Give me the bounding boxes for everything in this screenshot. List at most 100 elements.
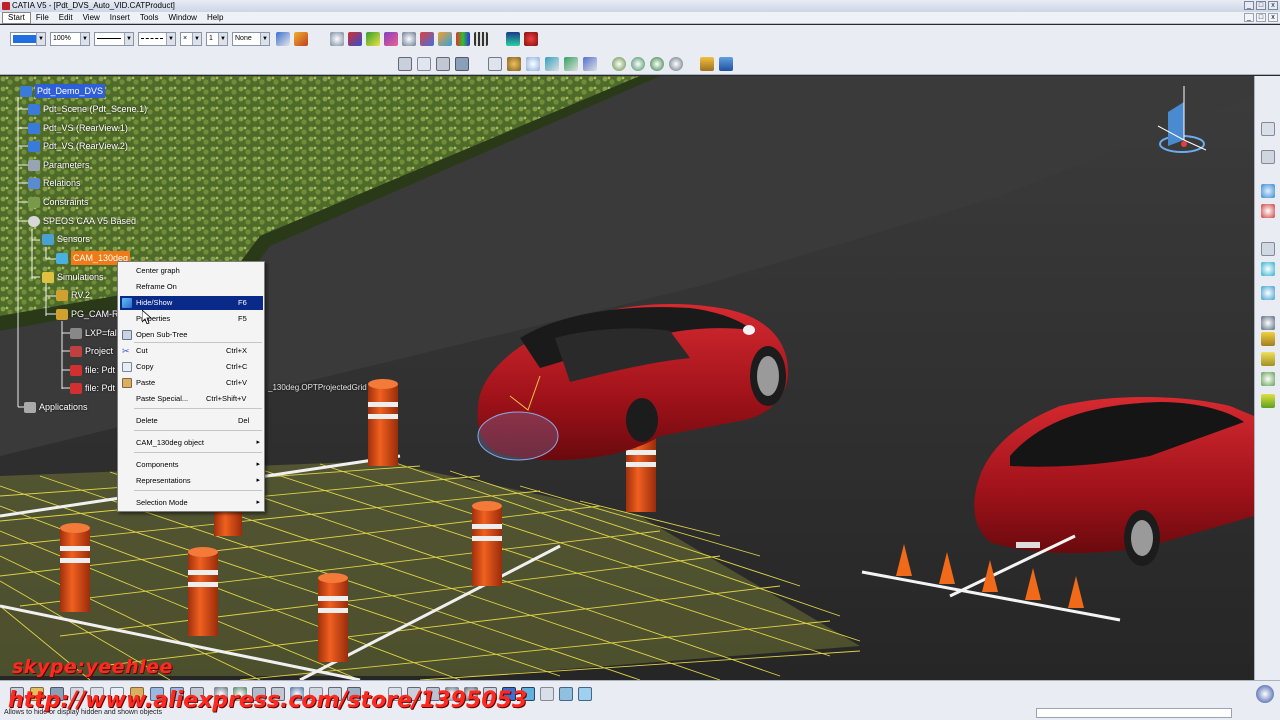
menu-item-paste-special[interactable]: Paste Special... Ctrl+Shift+V	[120, 392, 263, 406]
material-icon[interactable]	[348, 32, 362, 46]
spectrum-icon[interactable]	[456, 32, 470, 46]
lens-icon[interactable]	[1261, 316, 1275, 330]
tree-node-rv2[interactable]: RV.2	[56, 288, 90, 302]
irradiance-icon[interactable]	[402, 32, 416, 46]
capture-icon[interactable]	[578, 687, 592, 701]
linetype-combo[interactable]: ▼	[94, 32, 134, 46]
iso-view-icon[interactable]	[631, 57, 645, 71]
maximize-button[interactable]: □	[1256, 1, 1266, 10]
measure-icon[interactable]	[1261, 150, 1275, 164]
tree-node-pg-cam[interactable]: PG_CAM-RE	[56, 307, 125, 321]
menu-item-selection-mode[interactable]: Selection Mode ▸	[120, 496, 263, 510]
tree-node-speos[interactable]: SPEOS CAA V5 Based	[28, 214, 136, 228]
doc-close-button[interactable]: x	[1268, 13, 1278, 22]
simulation-icon[interactable]	[420, 32, 434, 46]
light-icon[interactable]	[700, 57, 714, 71]
tree-node-constraints[interactable]: Constraints	[28, 195, 89, 209]
minimize-button[interactable]: _	[1244, 1, 1254, 10]
layer-combo[interactable]: None ▼	[232, 32, 270, 46]
brush-icon[interactable]	[294, 32, 308, 46]
doc-minimize-button[interactable]: _	[1244, 13, 1254, 22]
line-weight-combo[interactable]: 1 ▼	[206, 32, 228, 46]
print-icon[interactable]	[436, 57, 450, 71]
tree-node-project[interactable]: Project	[70, 344, 113, 358]
menu-help[interactable]: Help	[202, 12, 228, 24]
menu-item-cut[interactable]: ✂ Cut Ctrl+X	[120, 344, 263, 358]
menu-item-copy[interactable]: Copy Ctrl+C	[120, 360, 263, 374]
lamp-icon[interactable]	[1261, 262, 1275, 276]
menu-item-shortcut: Ctrl+V	[226, 378, 248, 387]
warning-icon[interactable]	[1261, 352, 1275, 366]
tree-node-pdt-scene[interactable]: Pdt_Scene (Pdt_Scene.1)	[28, 102, 147, 116]
rotate-icon[interactable]	[526, 57, 540, 71]
bulb-icon[interactable]	[1261, 286, 1275, 300]
menu-edit[interactable]: Edit	[54, 12, 78, 24]
render-style-icon[interactable]	[650, 57, 664, 71]
menu-item-hide-show[interactable]: Hide/Show F6	[120, 296, 263, 310]
tree-node-relations[interactable]: Relations	[28, 176, 81, 190]
menu-tools[interactable]: Tools	[135, 12, 164, 24]
menu-item-delete[interactable]: Delete Del	[120, 414, 263, 428]
menu-view[interactable]: View	[78, 12, 105, 24]
geometry-icon[interactable]	[1261, 242, 1275, 256]
tree-node-file-2[interactable]: file: Pdt	[70, 381, 115, 395]
zoom-in-icon[interactable]	[545, 57, 559, 71]
menu-item-representations[interactable]: Representations ▸	[120, 474, 263, 488]
menu-item-center-graph[interactable]: Center graph	[120, 264, 263, 278]
result-viewer-icon[interactable]	[506, 32, 520, 46]
save-icon[interactable]	[455, 57, 469, 71]
menu-file[interactable]: File	[31, 12, 54, 24]
point-symbol-combo[interactable]: × ▼	[180, 32, 202, 46]
tree-node-pdt-vs-2[interactable]: Pdt_VS (RearView.2)	[28, 139, 128, 153]
quick-view-icon[interactable]	[612, 57, 626, 71]
line-style-combo[interactable]: ▼	[138, 32, 176, 46]
tree-node-parameters[interactable]: Parameters	[28, 158, 90, 172]
optical-property-icon[interactable]	[366, 32, 380, 46]
tree-node-sensors[interactable]: Sensors	[42, 232, 90, 246]
sensor-icon[interactable]	[384, 32, 398, 46]
report-icon[interactable]	[524, 32, 538, 46]
optimize-icon[interactable]	[1261, 372, 1275, 386]
ray-file-icon[interactable]	[1261, 204, 1275, 218]
menu-item-label: CAM_130deg object	[136, 438, 204, 447]
command-input[interactable]	[1036, 708, 1232, 718]
image-icon[interactable]	[559, 687, 573, 701]
normal-view-icon[interactable]	[583, 57, 597, 71]
tool-icon[interactable]	[1261, 332, 1275, 346]
light-source-icon[interactable]	[1261, 184, 1275, 198]
transparency-combo[interactable]: 100% ▼	[50, 32, 90, 46]
sheet-icon[interactable]	[417, 57, 431, 71]
window-controls: _ □ x	[1244, 1, 1278, 10]
tree-node-pdt-vs-1[interactable]: Pdt_VS (RearView.1)	[28, 121, 128, 135]
color-combo[interactable]: ▼	[10, 32, 46, 46]
menu-insert[interactable]: Insert	[105, 12, 135, 24]
fly-mode-icon[interactable]	[398, 57, 412, 71]
menu-item-components[interactable]: Components ▸	[120, 458, 263, 472]
menu-start[interactable]: Start	[2, 11, 31, 24]
painter-icon[interactable]	[276, 32, 290, 46]
hide-show-toolbar-icon[interactable]	[669, 57, 683, 71]
source-icon[interactable]	[330, 32, 344, 46]
tree-node-root[interactable]: Pdt_Demo_DVS	[20, 84, 106, 98]
apply-icon[interactable]	[1261, 394, 1275, 408]
close-button[interactable]: x	[1268, 1, 1278, 10]
tree-node-label: file: Pdt	[85, 365, 116, 375]
menu-window[interactable]: Window	[164, 12, 202, 24]
direct-simulation-icon[interactable]	[438, 32, 452, 46]
tree-node-simulations[interactable]: Simulations	[42, 270, 104, 284]
tree-node-lxp[interactable]: LXP=fals	[70, 326, 121, 340]
fit-all-icon[interactable]	[488, 57, 502, 71]
menu-item-reframe-on[interactable]: Reframe On	[120, 280, 263, 294]
menu-item-open-sub-tree[interactable]: Open Sub-Tree	[120, 328, 263, 342]
swap-visible-space-icon[interactable]	[719, 57, 733, 71]
help-icon[interactable]	[540, 687, 554, 701]
tree-node-file-1[interactable]: file: Pdt	[70, 363, 115, 377]
menu-item-paste[interactable]: Paste Ctrl+V	[120, 376, 263, 390]
tree-node-applications[interactable]: Applications	[24, 400, 88, 414]
grid-icon[interactable]	[474, 32, 488, 46]
zoom-out-icon[interactable]	[564, 57, 578, 71]
doc-restore-button[interactable]: □	[1256, 13, 1266, 22]
menu-item-cam-object[interactable]: CAM_130deg object ▸	[120, 436, 263, 450]
select-icon[interactable]	[1261, 122, 1275, 136]
pan-icon[interactable]	[507, 57, 521, 71]
